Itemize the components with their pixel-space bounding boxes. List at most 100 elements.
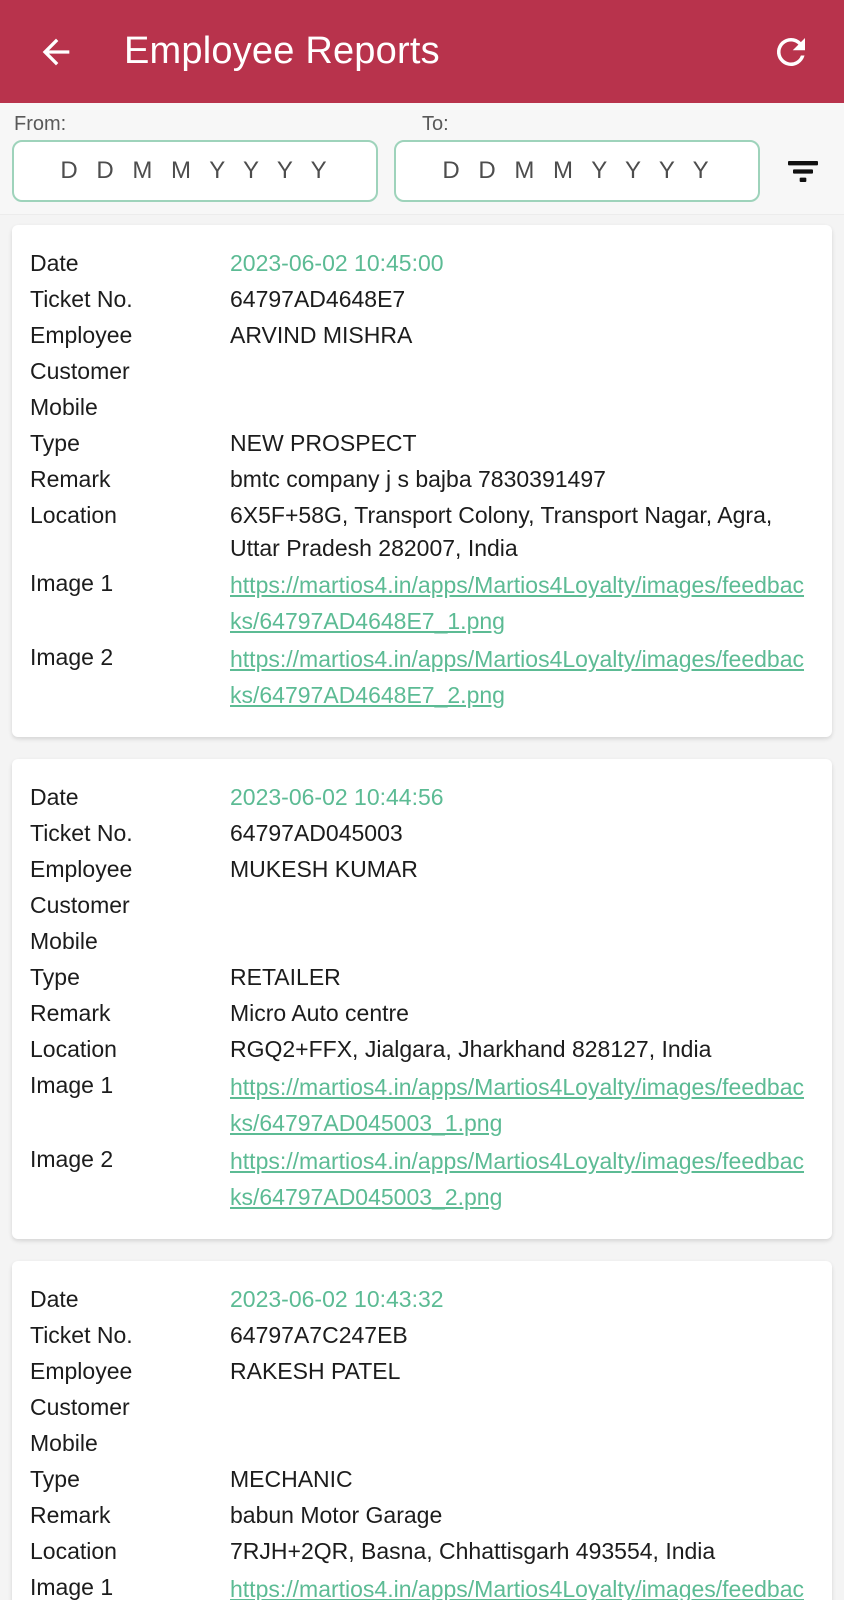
field-location: Location 7RJH+2QR, Basna, Chhattisgarh 4… <box>30 1535 812 1569</box>
field-label: Location <box>30 502 117 528</box>
report-card[interactable]: Date 2023-06-02 10:44:56 Ticket No. 6479… <box>12 759 832 1239</box>
field-label: Image 2 <box>30 644 114 670</box>
field-label: Type <box>30 964 80 990</box>
field-ticket: Ticket No. 64797A7C247EB <box>30 1319 812 1353</box>
field-value-remark: bmtc company j s bajba 7830391497 <box>230 466 606 492</box>
field-value-employee: MUKESH KUMAR <box>230 856 418 882</box>
field-employee: Employee MUKESH KUMAR <box>30 853 812 887</box>
field-value-customer <box>230 355 812 388</box>
field-label: Date <box>30 1286 79 1312</box>
field-location: Location 6X5F+58G, Transport Colony, Tra… <box>30 499 812 565</box>
field-value-date: 2023-06-02 10:45:00 <box>230 250 444 276</box>
image1-link[interactable]: https://martios4.in/apps/Martios4Loyalty… <box>230 1571 812 1600</box>
field-label: Remark <box>30 466 111 492</box>
field-value-remark: babun Motor Garage <box>230 1502 443 1528</box>
field-label: Location <box>30 1538 117 1564</box>
field-label: Employee <box>30 856 133 882</box>
field-ticket: Ticket No. 64797AD4648E7 <box>30 283 812 317</box>
field-remark: Remark bmtc company j s bajba 7830391497 <box>30 463 812 497</box>
to-date-input[interactable]: D D M M Y Y Y Y <box>394 140 760 202</box>
field-value-employee: ARVIND MISHRA <box>230 322 413 348</box>
from-label: From: <box>14 113 67 135</box>
field-value-ticket: 64797AD4648E7 <box>230 286 406 312</box>
image1-link[interactable]: https://martios4.in/apps/Martios4Loyalty… <box>230 1069 812 1141</box>
from-date-placeholder: D D M M Y Y Y Y <box>60 157 330 184</box>
filter-input-row: D D M M Y Y Y Y D D M M Y Y Y Y <box>12 140 832 202</box>
back-arrow-icon <box>42 38 70 65</box>
field-mobile: Mobile <box>30 925 812 959</box>
field-label: Ticket No. <box>30 1322 133 1348</box>
field-label: Location <box>30 1036 117 1062</box>
field-value-mobile <box>230 391 812 424</box>
field-customer: Customer <box>30 355 812 389</box>
field-date: Date 2023-06-02 10:43:32 <box>30 1283 812 1317</box>
field-customer: Customer <box>30 889 812 923</box>
from-date-input[interactable]: D D M M Y Y Y Y <box>12 140 378 202</box>
back-button[interactable] <box>30 26 82 78</box>
to-date-placeholder: D D M M Y Y Y Y <box>442 157 712 184</box>
app-screen: Employee Reports From: To: D D M M Y Y Y… <box>0 0 844 1600</box>
page-title: Employee Reports <box>124 30 440 72</box>
field-date: Date 2023-06-02 10:44:56 <box>30 781 812 815</box>
image1-link[interactable]: https://martios4.in/apps/Martios4Loyalty… <box>230 567 812 639</box>
field-customer: Customer <box>30 1391 812 1425</box>
field-label: Employee <box>30 1358 133 1384</box>
filter-icon <box>788 161 818 182</box>
field-label: Mobile <box>30 928 98 954</box>
field-value-mobile <box>230 925 812 958</box>
field-label: Remark <box>30 1502 111 1528</box>
report-card[interactable]: Date 2023-06-02 10:45:00 Ticket No. 6479… <box>12 225 832 737</box>
field-label: Ticket No. <box>30 820 133 846</box>
field-label: Image 1 <box>30 570 114 596</box>
field-label: Customer <box>30 358 130 384</box>
field-value-date: 2023-06-02 10:44:56 <box>230 784 444 810</box>
image2-link[interactable]: https://martios4.in/apps/Martios4Loyalty… <box>230 1143 812 1215</box>
field-label: Customer <box>30 1394 130 1420</box>
field-label: Remark <box>30 1000 111 1026</box>
field-date: Date 2023-06-02 10:45:00 <box>30 247 812 281</box>
filter-button[interactable] <box>776 144 830 198</box>
field-value-remark: Micro Auto centre <box>230 1000 409 1026</box>
report-card[interactable]: Date 2023-06-02 10:43:32 Ticket No. 6479… <box>12 1261 832 1600</box>
field-location: Location RGQ2+FFX, Jialgara, Jharkhand 8… <box>30 1033 812 1067</box>
field-label: Type <box>30 430 80 456</box>
field-remark: Remark Micro Auto centre <box>30 997 812 1031</box>
field-value-mobile <box>230 1427 812 1460</box>
field-mobile: Mobile <box>30 1427 812 1461</box>
field-type: Type RETAILER <box>30 961 812 995</box>
field-value-ticket: 64797AD045003 <box>230 820 403 846</box>
field-value-type: MECHANIC <box>230 1466 353 1492</box>
filter-label-row: From: To: <box>12 113 832 140</box>
field-image1: Image 1 https://martios4.in/apps/Martios… <box>30 567 812 639</box>
report-list[interactable]: Date 2023-06-02 10:45:00 Ticket No. 6479… <box>0 215 844 1600</box>
app-bar: Employee Reports <box>0 0 844 103</box>
field-value-location: 6X5F+58G, Transport Colony, Transport Na… <box>230 502 773 561</box>
field-mobile: Mobile <box>30 391 812 425</box>
field-label: Date <box>30 784 79 810</box>
field-employee: Employee ARVIND MISHRA <box>30 319 812 353</box>
field-value-employee: RAKESH PATEL <box>230 1358 401 1384</box>
field-image2: Image 2 https://martios4.in/apps/Martios… <box>30 1143 812 1215</box>
field-label: Mobile <box>30 394 98 420</box>
field-value-type: NEW PROSPECT <box>230 430 417 456</box>
field-image1: Image 1 https://martios4.in/apps/Martios… <box>30 1069 812 1141</box>
field-value-customer <box>230 889 812 922</box>
field-remark: Remark babun Motor Garage <box>30 1499 812 1533</box>
refresh-icon <box>776 37 805 66</box>
field-value-ticket: 64797A7C247EB <box>230 1322 408 1348</box>
field-label: Image 2 <box>30 1146 114 1172</box>
field-label: Type <box>30 1466 80 1492</box>
image2-link[interactable]: https://martios4.in/apps/Martios4Loyalty… <box>230 641 812 713</box>
field-ticket: Ticket No. 64797AD045003 <box>30 817 812 851</box>
field-image1: Image 1 https://martios4.in/apps/Martios… <box>30 1571 812 1600</box>
field-value-location: 7RJH+2QR, Basna, Chhattisgarh 493554, In… <box>230 1538 716 1564</box>
field-value-location: RGQ2+FFX, Jialgara, Jharkhand 828127, In… <box>230 1036 712 1062</box>
field-label: Ticket No. <box>30 286 133 312</box>
field-label: Employee <box>30 322 133 348</box>
field-label: Date <box>30 250 79 276</box>
refresh-button[interactable] <box>764 25 818 79</box>
field-type: Type NEW PROSPECT <box>30 427 812 461</box>
field-image2: Image 2 https://martios4.in/apps/Martios… <box>30 641 812 713</box>
to-label: To: <box>422 113 449 135</box>
field-type: Type MECHANIC <box>30 1463 812 1497</box>
